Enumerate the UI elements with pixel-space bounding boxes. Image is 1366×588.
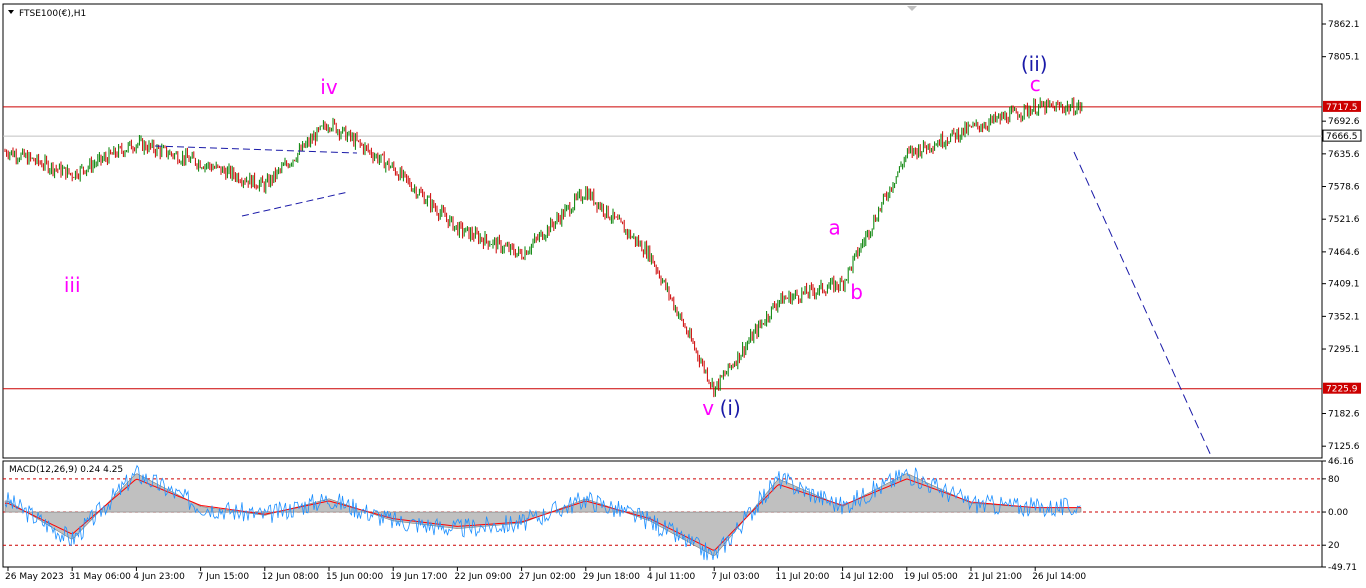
macd-tick-label: 0.00 <box>1328 508 1348 518</box>
time-tick-label: 12 Jun 08:00 <box>262 572 319 582</box>
time-tick-label: 11 Jul 20:00 <box>775 572 829 582</box>
macd-axis: 46.16 80 0.00 20 -49.71 <box>1322 457 1357 573</box>
price-tick-label: 7578.6 <box>1328 183 1360 193</box>
time-tick-label: 4 Jun 23:00 <box>133 572 185 582</box>
time-tick-label: 26 May 2023 <box>5 572 64 582</box>
time-tick-label: 31 May 06:00 <box>69 572 131 582</box>
price-tick-label: 7295.1 <box>1328 345 1360 355</box>
price-tick-label: 7862.1 <box>1328 20 1360 30</box>
wave-label: a <box>828 215 840 239</box>
level-price-label: 7666.5 <box>1326 132 1358 142</box>
price-tick-label: 7692.6 <box>1328 117 1360 127</box>
level-price-label: 7225.9 <box>1326 385 1358 395</box>
time-tick-label: 19 Jun 17:00 <box>390 572 447 582</box>
price-tick-label: 7125.6 <box>1328 442 1360 452</box>
time-tick-label: 14 Jul 12:00 <box>840 572 894 582</box>
time-tick-label: 15 Jun 00:00 <box>326 572 383 582</box>
time-tick-label: 21 Jul 21:00 <box>968 572 1022 582</box>
time-tick-label: 29 Jun 18:00 <box>583 572 640 582</box>
time-tick-label: 19 Jul 05:00 <box>904 572 958 582</box>
price-tick-label: 7805.1 <box>1328 53 1360 63</box>
time-tick-label: 4 Jul 11:00 <box>647 572 696 582</box>
main-chart-frame <box>2 3 1323 459</box>
wave-label: (ii) <box>1021 52 1048 76</box>
price-tick-label: 7635.6 <box>1328 150 1360 160</box>
price-tick-label: 7409.1 <box>1328 280 1360 290</box>
chart-title: FTSE100(€),H1 <box>19 9 86 19</box>
wave-label: b <box>850 280 863 304</box>
price-tick-label: 7352.1 <box>1328 312 1360 322</box>
time-tick-label: 22 Jun 09:00 <box>454 572 511 582</box>
time-tick-label: 7 Jul 03:00 <box>711 572 760 582</box>
time-axis: 26 May 2023 31 May 06:00 4 Jun 23:00 7 Jun … <box>5 567 1086 582</box>
macd-tick-label: 80 <box>1328 475 1340 485</box>
trading-chart: FTSE100(€),H1 MACD(12,26,9) 0.24 4.25 78… <box>2 3 1362 582</box>
wave-label: iii <box>64 273 81 297</box>
time-tick-label: 27 Jun 02:00 <box>519 572 576 582</box>
macd-title: MACD(12,26,9) 0.24 4.25 <box>9 465 123 475</box>
wave-label: v <box>702 396 714 420</box>
macd-tick-label: 46.16 <box>1328 457 1354 467</box>
level-price-label: 7717.5 <box>1326 103 1358 113</box>
price-tick-label: 7521.6 <box>1328 215 1360 225</box>
price-tick-label: 7182.6 <box>1328 410 1360 420</box>
time-tick-label: 26 Jul 14:00 <box>1032 572 1086 582</box>
macd-tick-label: 20 <box>1328 541 1340 551</box>
wave-label: (i) <box>720 396 741 420</box>
time-tick-label: 7 Jun 15:00 <box>198 572 250 582</box>
wave-label: iv <box>320 75 338 99</box>
macd-tick-label: -49.71 <box>1328 563 1357 573</box>
price-tick-label: 7464.6 <box>1328 248 1360 258</box>
